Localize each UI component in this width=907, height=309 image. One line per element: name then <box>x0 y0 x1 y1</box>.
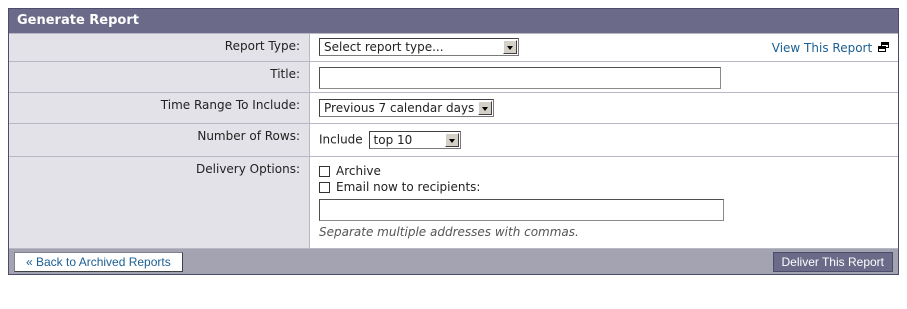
rows-label: Number of Rows: <box>9 124 310 156</box>
time-range-row: Time Range To Include: Previous 7 calend… <box>9 92 898 123</box>
deliver-report-button[interactable]: Deliver This Report <box>772 252 893 272</box>
chevron-down-icon <box>444 133 459 147</box>
time-range-select[interactable]: Previous 7 calendar days <box>319 99 495 117</box>
rows-prefix: Include <box>319 132 363 147</box>
email-label: Email now to recipients: <box>336 180 481 194</box>
recipients-input[interactable] <box>319 199 724 221</box>
panel-title: Generate Report <box>9 9 898 33</box>
rows-row: Number of Rows: Include top 10 <box>9 123 898 156</box>
delivery-row: Delivery Options: Archive Email now to r… <box>9 156 898 248</box>
title-row: Title: <box>9 61 898 92</box>
report-type-select[interactable]: Select report type... <box>319 38 519 56</box>
delivery-label: Delivery Options: <box>9 157 310 248</box>
title-label: Title: <box>9 62 310 92</box>
chevron-down-icon <box>503 40 517 54</box>
report-type-label: Report Type: <box>9 34 310 61</box>
time-range-label: Time Range To Include: <box>9 93 310 123</box>
recipients-hint: Separate multiple addresses with commas. <box>319 225 579 239</box>
chevron-down-icon <box>478 101 493 115</box>
rows-select[interactable]: top 10 <box>368 131 461 149</box>
generate-report-panel: Generate Report Report Type: Select repo… <box>8 8 899 275</box>
archive-option: Archive <box>319 163 892 179</box>
archive-label: Archive <box>336 164 381 178</box>
email-option: Email now to recipients: <box>319 179 892 195</box>
footer-bar: « Back to Archived Reports Deliver This … <box>9 248 898 274</box>
report-type-row: Report Type: Select report type... View … <box>9 33 898 61</box>
view-this-report-link[interactable]: View This Report <box>772 41 890 55</box>
external-window-icon <box>878 42 890 52</box>
email-checkbox[interactable] <box>319 181 330 193</box>
title-input[interactable] <box>319 67 721 89</box>
back-to-archived-reports-button[interactable]: « Back to Archived Reports <box>14 252 183 272</box>
archive-checkbox[interactable] <box>319 165 330 177</box>
